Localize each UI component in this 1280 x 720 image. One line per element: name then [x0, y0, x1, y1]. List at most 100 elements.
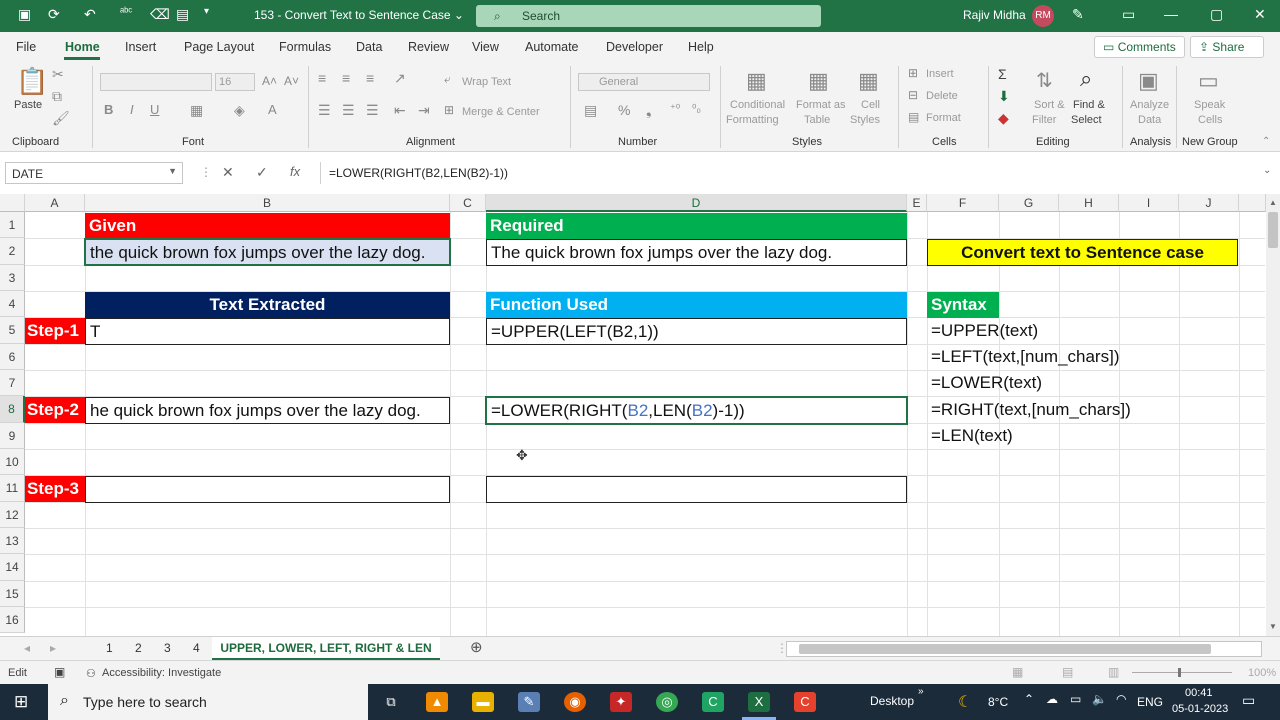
insert-cells-label[interactable]: Insert [926, 67, 954, 82]
clear-format-icon[interactable]: ◆ [998, 110, 1009, 127]
cell-f6-left-syntax[interactable]: =LEFT(text,[num_chars]) [927, 344, 1227, 370]
fill-color-icon[interactable]: ◈ [234, 102, 245, 119]
comments-button[interactable]: ▭ Comments [1094, 36, 1185, 58]
number-format-dropdown[interactable]: General [578, 73, 710, 91]
format-as-table-label-1[interactable]: Format as [796, 98, 846, 113]
zoom-level[interactable]: 100% [1248, 667, 1276, 679]
cell-b11-step3-result[interactable] [85, 476, 450, 503]
cell-f2-convert-title[interactable]: Convert text to Sentence case [927, 239, 1238, 266]
cell-d2-required-text[interactable]: The quick brown fox jumps over the lazy … [486, 239, 907, 266]
onedrive-icon[interactable]: ☁ [1046, 692, 1058, 706]
volume-icon[interactable]: 🔈 [1092, 692, 1107, 706]
tab-help[interactable]: Help [688, 40, 714, 54]
fill-icon[interactable]: ⬇ [998, 88, 1010, 105]
accessibility-icon[interactable]: ⚇ [86, 667, 96, 680]
zoom-slider[interactable] [1132, 672, 1232, 673]
insert-cells-icon[interactable]: ⊞ [908, 66, 918, 80]
clock-date[interactable]: 05-01-2023 [1172, 703, 1228, 715]
previous-sheet-icon[interactable]: ◂ [24, 641, 30, 655]
row-header-9[interactable]: 9 [0, 423, 25, 449]
format-as-table-icon[interactable]: ▦ [808, 68, 829, 94]
scroll-up-icon[interactable]: ▲ [1269, 198, 1277, 207]
cell-b2-given-text[interactable]: the quick brown fox jumps over the lazy … [84, 238, 451, 266]
align-center-icon[interactable]: ☰ [342, 102, 355, 119]
conditional-formatting-label-2[interactable]: Formatting [726, 113, 779, 128]
find-select-label-2[interactable]: Select [1071, 113, 1102, 128]
document-title[interactable]: 153 - Convert Text to Sentence Case ⌄ [254, 8, 464, 22]
cell-d5-step1-function[interactable]: =UPPER(LEFT(B2,1)) [486, 318, 907, 345]
cell-b1-given-header[interactable]: Given [85, 213, 450, 239]
notifications-icon[interactable]: ▭ [1242, 692, 1255, 709]
normal-view-icon[interactable]: ▦ [1012, 665, 1023, 679]
accessibility-status[interactable]: Accessibility: Investigate [102, 667, 221, 679]
save-icon[interactable]: ▤ [176, 6, 189, 23]
font-name-dropdown[interactable] [100, 73, 212, 91]
column-header-k[interactable] [1239, 194, 1266, 212]
sort-filter-label-1[interactable]: Sort & [1034, 98, 1065, 113]
align-left-icon[interactable]: ☰ [318, 102, 331, 119]
conditional-formatting-label-1[interactable]: Conditional [730, 98, 785, 113]
cell-a11-step-3[interactable]: Step-3 [25, 476, 85, 502]
format-cells-label[interactable]: Format [926, 111, 961, 126]
tab-formulas[interactable]: Formulas [279, 40, 331, 54]
decrease-indent-icon[interactable]: ⇤ [394, 102, 406, 119]
macro-icon[interactable]: ▣ [54, 665, 65, 679]
search-box[interactable]: ⌕ Search [476, 5, 821, 27]
sheet-tab-3[interactable]: 3 [164, 641, 171, 655]
font-color-icon[interactable]: A [268, 102, 277, 117]
find-select-icon[interactable]: ⌕ [1080, 66, 1092, 92]
battery-icon[interactable]: ▭ [1070, 692, 1081, 706]
find-select-label-1[interactable]: Find & [1073, 98, 1105, 113]
row-header-11[interactable]: 11 [0, 475, 25, 502]
analyze-data-label-1[interactable]: Analyze [1130, 98, 1169, 113]
app-icon[interactable]: ✦ [610, 692, 632, 712]
avatar[interactable]: RM [1032, 5, 1054, 27]
autosave-icon[interactable]: ⟳ [48, 6, 60, 23]
page-break-view-icon[interactable]: ▥ [1108, 665, 1119, 679]
bold-icon[interactable]: B [104, 102, 113, 117]
cell-b4-text-extracted-header[interactable]: Text Extracted [85, 292, 450, 318]
column-header-h[interactable]: H [1059, 194, 1119, 212]
select-all-corner[interactable] [0, 194, 25, 212]
tab-developer[interactable]: Developer [606, 40, 663, 54]
chevron-down-icon[interactable]: ▼ [168, 166, 177, 176]
insert-function-icon[interactable]: fx [290, 164, 300, 179]
undo-icon[interactable]: ↶ [84, 6, 96, 23]
windows-start-icon[interactable]: ⊞ [14, 692, 28, 712]
chevron-right-icon[interactable]: » [918, 686, 924, 697]
tab-home[interactable]: Home [65, 40, 100, 54]
pen-icon[interactable]: ✎ [1072, 6, 1084, 23]
speak-cells-label-2[interactable]: Cells [1198, 113, 1222, 128]
vertical-scrollbar[interactable]: ▲ ▼ [1266, 194, 1280, 636]
autosum-icon[interactable]: Σ [998, 66, 1007, 82]
sort-filter-label-2[interactable]: Filter [1032, 113, 1056, 128]
column-header-b[interactable]: B [85, 194, 450, 212]
decrease-font-icon[interactable]: A˅ [284, 74, 299, 88]
clock-time[interactable]: 00:41 [1185, 687, 1213, 699]
row-header-1[interactable]: 1 [0, 212, 25, 238]
paste-icon[interactable]: 📋 [16, 66, 48, 97]
collapse-ribbon-icon[interactable]: ⌃ [1262, 136, 1270, 147]
analyze-data-icon[interactable]: ▣ [1138, 68, 1159, 94]
increase-decimal-icon[interactable]: ⁺⁰ [670, 102, 680, 115]
language-indicator[interactable]: ENG [1137, 695, 1163, 709]
add-sheet-icon[interactable]: ⊕ [470, 638, 483, 656]
expand-formula-bar-icon[interactable]: ⌄ [1263, 165, 1271, 176]
file-explorer-icon[interactable]: ▬ [472, 692, 494, 712]
merge-center-icon[interactable]: ⊞ [444, 103, 454, 117]
borders-icon[interactable]: ▦ [190, 102, 203, 119]
wrap-text-label[interactable]: Wrap Text [462, 75, 511, 90]
row-header-12[interactable]: 12 [0, 502, 25, 528]
scroll-down-icon[interactable]: ▼ [1269, 622, 1277, 631]
column-header-e[interactable]: E [907, 194, 927, 212]
scrollbar-thumb[interactable] [799, 644, 1211, 654]
column-header-f[interactable]: F [927, 194, 999, 212]
tab-page-layout[interactable]: Page Layout [184, 40, 254, 54]
vlc-icon[interactable]: ▲ [426, 692, 448, 712]
page-layout-view-icon[interactable]: ▤ [1062, 665, 1073, 679]
show-hidden-icons-icon[interactable]: ⌃ [1024, 692, 1034, 706]
row-header-13[interactable]: 13 [0, 528, 25, 554]
column-header-g[interactable]: G [999, 194, 1059, 212]
cell-f4-syntax-header[interactable]: Syntax [927, 292, 999, 318]
decrease-decimal-icon[interactable]: ⁰₀ [692, 102, 701, 115]
